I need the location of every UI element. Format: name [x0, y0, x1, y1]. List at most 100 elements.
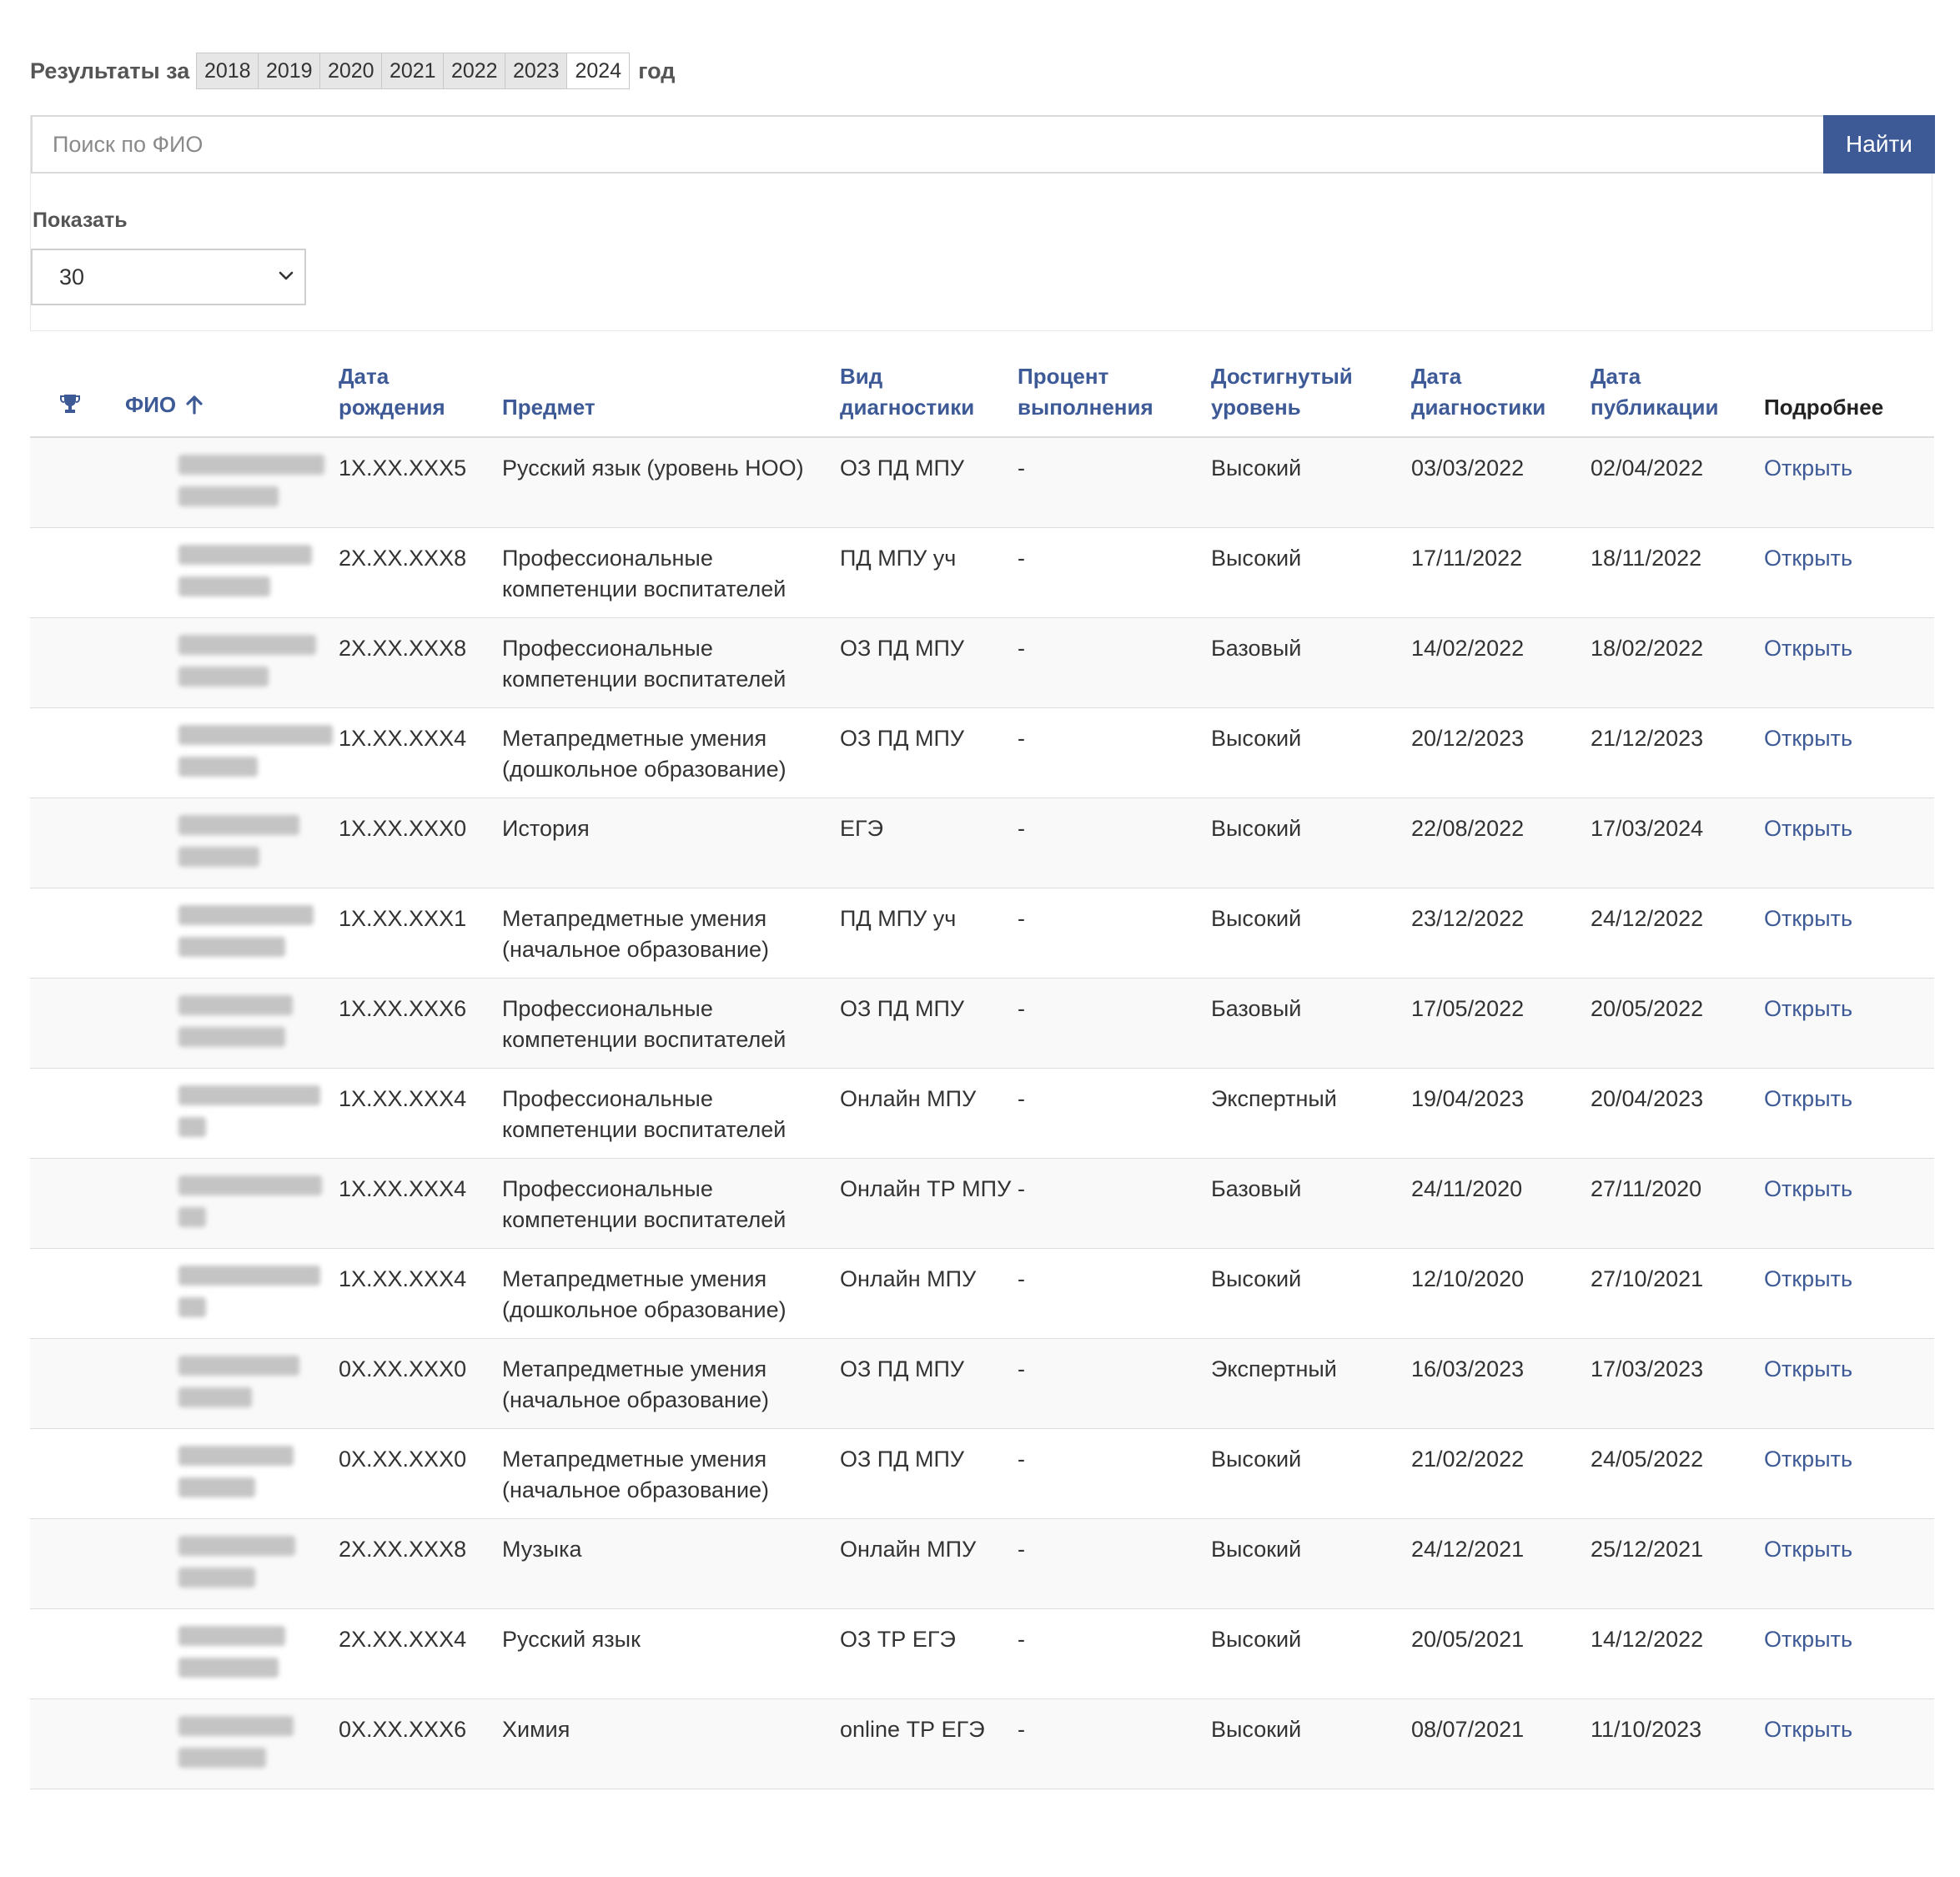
- table-row: 2X.XX.XXX8 Профессиональные компетенции в…: [30, 616, 1934, 707]
- table-row: 1X.XX.XXX5 Русский язык (уровень НОО) ОЗ П…: [30, 436, 1934, 527]
- redacted-name-line: [178, 1116, 206, 1137]
- open-details-link[interactable]: Открыть: [1764, 996, 1852, 1021]
- cell-publication-date: 27/10/2021: [1591, 1247, 1764, 1338]
- cell-fio: [87, 436, 339, 527]
- redacted-name-line: [178, 1747, 266, 1768]
- cell-details: Открыть: [1764, 436, 1934, 527]
- column-header-trophy[interactable]: [30, 350, 87, 438]
- cell-details: Открыть: [1764, 1337, 1934, 1428]
- cell-trophy: [30, 797, 87, 888]
- column-header-diag-date[interactable]: Дата диагностики: [1411, 350, 1591, 438]
- cell-diagnostic-type: Онлайн МПУ: [840, 1517, 1018, 1608]
- table-header-row: ФИО Дата рождения Предмет Вид диагностик…: [30, 350, 1934, 438]
- column-header-diag-type[interactable]: Вид диагностики: [840, 350, 1018, 438]
- cell-details: Открыть: [1764, 1157, 1934, 1248]
- redacted-name: [178, 450, 404, 511]
- cell-diagnostic-date: 22/08/2022: [1411, 797, 1591, 888]
- cell-subject: Метапредметные умения (дошкольное образо…: [502, 1247, 840, 1338]
- open-details-link[interactable]: Открыть: [1764, 1537, 1852, 1562]
- cell-diagnostic-type: ОЗ ПД МПУ: [840, 616, 1018, 707]
- open-details-link[interactable]: Открыть: [1764, 546, 1852, 571]
- open-details-link[interactable]: Открыть: [1764, 1447, 1852, 1472]
- cell-details: Открыть: [1764, 1517, 1934, 1608]
- open-details-link[interactable]: Открыть: [1764, 1717, 1852, 1742]
- column-header-level[interactable]: Достигнутый уровень: [1211, 350, 1411, 438]
- year-button-2024[interactable]: 2024: [567, 53, 630, 88]
- open-details-link[interactable]: Открыть: [1764, 1266, 1852, 1291]
- cell-publication-date: 18/11/2022: [1591, 526, 1764, 617]
- year-button-group: 2018 2019 2020 2021 2022 2023 2024: [196, 53, 631, 89]
- cell-details: Открыть: [1764, 1427, 1934, 1518]
- table-row: 2X.XX.XXX4 Русский язык ОЗ ТР ЕГЭ - Высокий 2…: [30, 1608, 1934, 1698]
- column-header-birth[interactable]: Дата рождения: [339, 350, 502, 438]
- search-button[interactable]: Найти: [1823, 115, 1935, 174]
- open-details-link[interactable]: Открыть: [1764, 816, 1852, 841]
- cell-trophy: [30, 1517, 87, 1608]
- column-header-percent[interactable]: Процент выполнения: [1018, 350, 1211, 438]
- open-details-link[interactable]: Открыть: [1764, 455, 1852, 481]
- cell-trophy: [30, 1608, 87, 1698]
- redacted-name-line: [178, 666, 269, 687]
- cell-fio: [87, 616, 339, 707]
- redacted-name-line: [178, 486, 279, 506]
- cell-trophy: [30, 707, 87, 798]
- redacted-name-line: [178, 1567, 255, 1588]
- column-header-pub-date[interactable]: Дата публикации: [1591, 350, 1764, 438]
- cell-trophy: [30, 1698, 87, 1789]
- redacted-name: [178, 1080, 404, 1142]
- column-header-fio[interactable]: ФИО: [87, 350, 339, 438]
- redacted-name-line: [178, 1026, 285, 1047]
- cell-trophy: [30, 1157, 87, 1248]
- cell-diagnostic-type: Онлайн ТР МПУ: [840, 1157, 1018, 1248]
- cell-level: Высокий: [1211, 707, 1411, 798]
- year-button-2019[interactable]: 2019: [259, 53, 321, 88]
- redacted-name-line: [178, 994, 293, 1015]
- cell-trophy: [30, 616, 87, 707]
- chevron-down-icon: [276, 265, 296, 289]
- cell-percent: -: [1018, 1608, 1211, 1698]
- cell-fio: [87, 1698, 339, 1789]
- redacted-name-line: [178, 1265, 320, 1286]
- column-header-subject[interactable]: Предмет: [502, 350, 840, 438]
- year-button-2021[interactable]: 2021: [382, 53, 445, 88]
- cell-subject: Профессиональные компетенции воспитателе…: [502, 1067, 840, 1158]
- open-details-link[interactable]: Открыть: [1764, 1086, 1852, 1111]
- cell-diagnostic-type: Онлайн МПУ: [840, 1247, 1018, 1338]
- cell-diagnostic-date: 20/12/2023: [1411, 707, 1591, 798]
- cell-fio: [87, 1427, 339, 1518]
- page-size-select[interactable]: 30: [31, 249, 306, 305]
- open-details-link[interactable]: Открыть: [1764, 636, 1852, 661]
- open-details-link[interactable]: Открыть: [1764, 1176, 1852, 1201]
- open-details-link[interactable]: Открыть: [1764, 1356, 1852, 1381]
- cell-diagnostic-date: 19/04/2023: [1411, 1067, 1591, 1158]
- cell-diagnostic-date: 17/05/2022: [1411, 977, 1591, 1068]
- year-button-2023[interactable]: 2023: [505, 53, 568, 88]
- cell-diagnostic-date: 03/03/2022: [1411, 436, 1591, 527]
- cell-subject: Профессиональные компетенции воспитателе…: [502, 616, 840, 707]
- year-button-2022[interactable]: 2022: [444, 53, 506, 88]
- cell-trophy: [30, 526, 87, 617]
- results-page: Результаты за 2018 2019 2020 2021 2022 2023 20…: [0, 0, 1960, 1877]
- cell-diagnostic-type: ОЗ ПД МПУ: [840, 1337, 1018, 1428]
- year-button-2020[interactable]: 2020: [320, 53, 383, 88]
- table-row: 0X.XX.XXX6 Химия online ТР ЕГЭ - Высокий 08/0…: [30, 1698, 1934, 1789]
- cell-percent: -: [1018, 1067, 1211, 1158]
- page-size-value: 30: [59, 264, 85, 289]
- table-row: 1X.XX.XXX4 Профессиональные компетенции в…: [30, 1157, 1934, 1248]
- cell-diagnostic-date: 17/11/2022: [1411, 526, 1591, 617]
- cell-fio: [87, 526, 339, 617]
- open-details-link[interactable]: Открыть: [1764, 906, 1852, 931]
- cell-fio: [87, 1067, 339, 1158]
- year-button-2018[interactable]: 2018: [197, 53, 259, 88]
- cell-subject: Метапредметные умения (начальное образов…: [502, 887, 840, 978]
- open-details-link[interactable]: Открыть: [1764, 726, 1852, 751]
- cell-details: Открыть: [1764, 1608, 1934, 1698]
- cell-subject: Метапредметные умения (начальное образов…: [502, 1427, 840, 1518]
- redacted-name-line: [178, 1386, 252, 1407]
- redacted-name-line: [178, 756, 258, 777]
- cell-publication-date: 20/05/2022: [1591, 977, 1764, 1068]
- cell-level: Базовый: [1211, 1157, 1411, 1248]
- open-details-link[interactable]: Открыть: [1764, 1627, 1852, 1652]
- search-input[interactable]: [31, 115, 1823, 174]
- redacted-name-line: [178, 936, 285, 957]
